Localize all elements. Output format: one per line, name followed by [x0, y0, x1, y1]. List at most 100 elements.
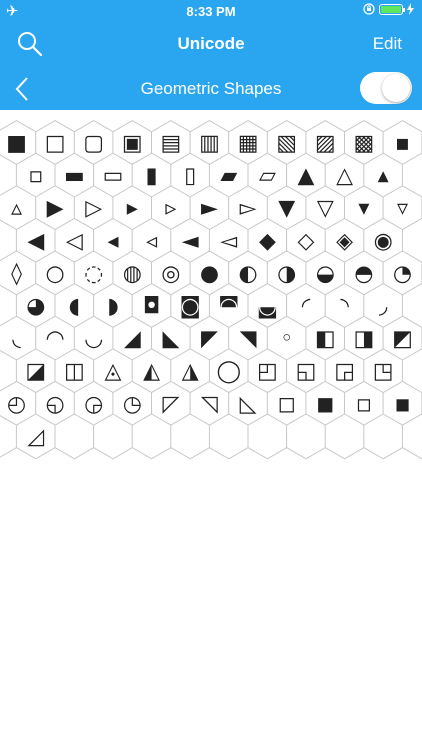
glyph-char: ◵ — [45, 392, 64, 417]
glyph-char: ◟ — [12, 327, 21, 352]
glyph-char: ◂ — [107, 229, 118, 254]
glyph-char: ▤ — [161, 131, 182, 156]
glyph-char: ◫ — [64, 359, 85, 384]
glyph-char: ◑ — [277, 261, 296, 286]
glyph-char: ◐ — [238, 261, 257, 286]
glyph-char: ▧ — [276, 131, 297, 156]
glyph-char: ▯ — [184, 164, 196, 189]
rotation-lock-icon — [363, 3, 375, 15]
glyph-char: ◠ — [45, 327, 64, 352]
glyph-char: ▲ — [298, 164, 315, 189]
status-bar: ✈ 8:33 PM — [0, 0, 422, 24]
glyph-char: ▭ — [103, 164, 124, 189]
glyph-char: ◘ — [143, 294, 160, 319]
glyph-char: ◤ — [201, 327, 218, 352]
glyph-char: ▽ — [317, 196, 334, 221]
glyph-char: ◻ — [278, 392, 296, 417]
glyph-char: ● — [200, 261, 219, 286]
glyph-char: ◌ — [84, 261, 103, 286]
glyph-char: ◬ — [105, 359, 122, 384]
glyph-char: △ — [336, 164, 353, 189]
glyph-char: ◢ — [124, 327, 141, 352]
status-time: 8:33 PM — [186, 4, 236, 19]
glyph-char: ◚ — [218, 294, 239, 319]
glyph-char: ◀ — [27, 229, 44, 254]
glyph-char: ◣ — [162, 327, 179, 352]
glyph-char: ▥ — [199, 131, 220, 156]
glyph-char: ◕ — [26, 294, 45, 319]
glyph-char: ▰ — [220, 164, 237, 189]
glyph-char: ▸ — [127, 196, 138, 221]
glyph-char: ◙ — [180, 294, 201, 319]
glyph-char: ◃ — [146, 229, 157, 254]
glyph-char: ◖ — [69, 294, 81, 319]
app-title: Unicode — [177, 34, 245, 53]
glyph-char: ▶ — [47, 196, 64, 221]
glyph-char: ▬ — [64, 164, 85, 189]
glyph-char: ▻ — [240, 196, 257, 221]
glyph-char: ○ — [45, 261, 64, 286]
category-toggle[interactable] — [360, 72, 412, 104]
glyph-char: ◉ — [374, 229, 393, 254]
glyph-char: ▾ — [358, 196, 369, 221]
category-bar: Geometric Shapes — [0, 66, 422, 110]
glyph-char: ▹ — [165, 196, 176, 221]
glyph-char: ◇ — [298, 229, 315, 254]
glyph-char: ▿ — [397, 196, 408, 221]
glyph-char: ■ — [6, 131, 27, 156]
glyph-char: ▷ — [85, 196, 102, 221]
glyph-char: ◊ — [11, 261, 22, 286]
glyph-char: ◹ — [201, 392, 218, 417]
glyph-char: ▦ — [238, 131, 259, 156]
glyph-char: ▣ — [122, 131, 143, 156]
top-nav: Unicode Edit — [0, 24, 422, 64]
glyph-char: ◄ — [182, 229, 199, 254]
glyph-char: ▨ — [315, 131, 336, 156]
glyph-char: ◁ — [66, 229, 83, 254]
glyph-char: ◴ — [7, 392, 26, 417]
glyph-char: ◾ — [394, 392, 410, 417]
glyph-char: ◜ — [302, 294, 311, 319]
glyph-char: ◱ — [296, 359, 317, 384]
toggle-knob — [382, 74, 410, 102]
glyph-char: ◎ — [161, 261, 180, 286]
glyph-char: ◝ — [340, 294, 349, 319]
edit-button[interactable]: Edit — [373, 34, 402, 54]
glyph-char: ◶ — [84, 392, 103, 417]
app-header: ✈ 8:33 PM Unicode Edit Geometric Shapes — [0, 0, 422, 110]
glyph-char: ◯ — [216, 359, 241, 384]
battery-icon — [379, 3, 405, 15]
glyph-char: ▢ — [83, 131, 104, 156]
glyph-char: ◗ — [107, 294, 119, 319]
glyph-char: ► — [201, 196, 218, 221]
glyph-char: ◍ — [123, 261, 142, 286]
glyph-char: ◪ — [25, 359, 46, 384]
glyph-char: ◅ — [220, 229, 237, 254]
category-title: Geometric Shapes — [140, 79, 282, 98]
glyph-char: ◞ — [379, 294, 388, 319]
glyph-char: ◥ — [240, 327, 257, 352]
glyph-char: ▫ — [28, 164, 43, 189]
glyph-char: ◔ — [393, 261, 412, 286]
glyph-char: ◽ — [356, 392, 372, 417]
glyph-char: ▩ — [354, 131, 375, 156]
glyph-char: ▮ — [146, 164, 158, 189]
glyph-char: ◓ — [354, 261, 373, 286]
glyph-char: ◺ — [240, 392, 257, 417]
glyph-char: ◆ — [259, 229, 276, 254]
glyph-char: □ — [45, 131, 66, 156]
glyph-char: ◈ — [336, 229, 353, 254]
glyph-char: ▼ — [278, 196, 295, 221]
glyph-char: ◮ — [182, 359, 199, 384]
glyph-char: ◭ — [143, 359, 160, 384]
glyph-char: ◳ — [373, 359, 394, 384]
glyph-char: ▴ — [378, 164, 389, 189]
glyph-char: ◿ — [27, 424, 44, 449]
glyph-char: ◛ — [257, 294, 278, 319]
charging-icon — [407, 3, 414, 15]
glyph-char: ◰ — [257, 359, 278, 384]
glyph-char: ◡ — [84, 327, 103, 352]
glyph-char: ◷ — [123, 392, 142, 417]
glyph-char: ◩ — [392, 327, 413, 352]
glyph-char: ◦ — [280, 327, 293, 352]
